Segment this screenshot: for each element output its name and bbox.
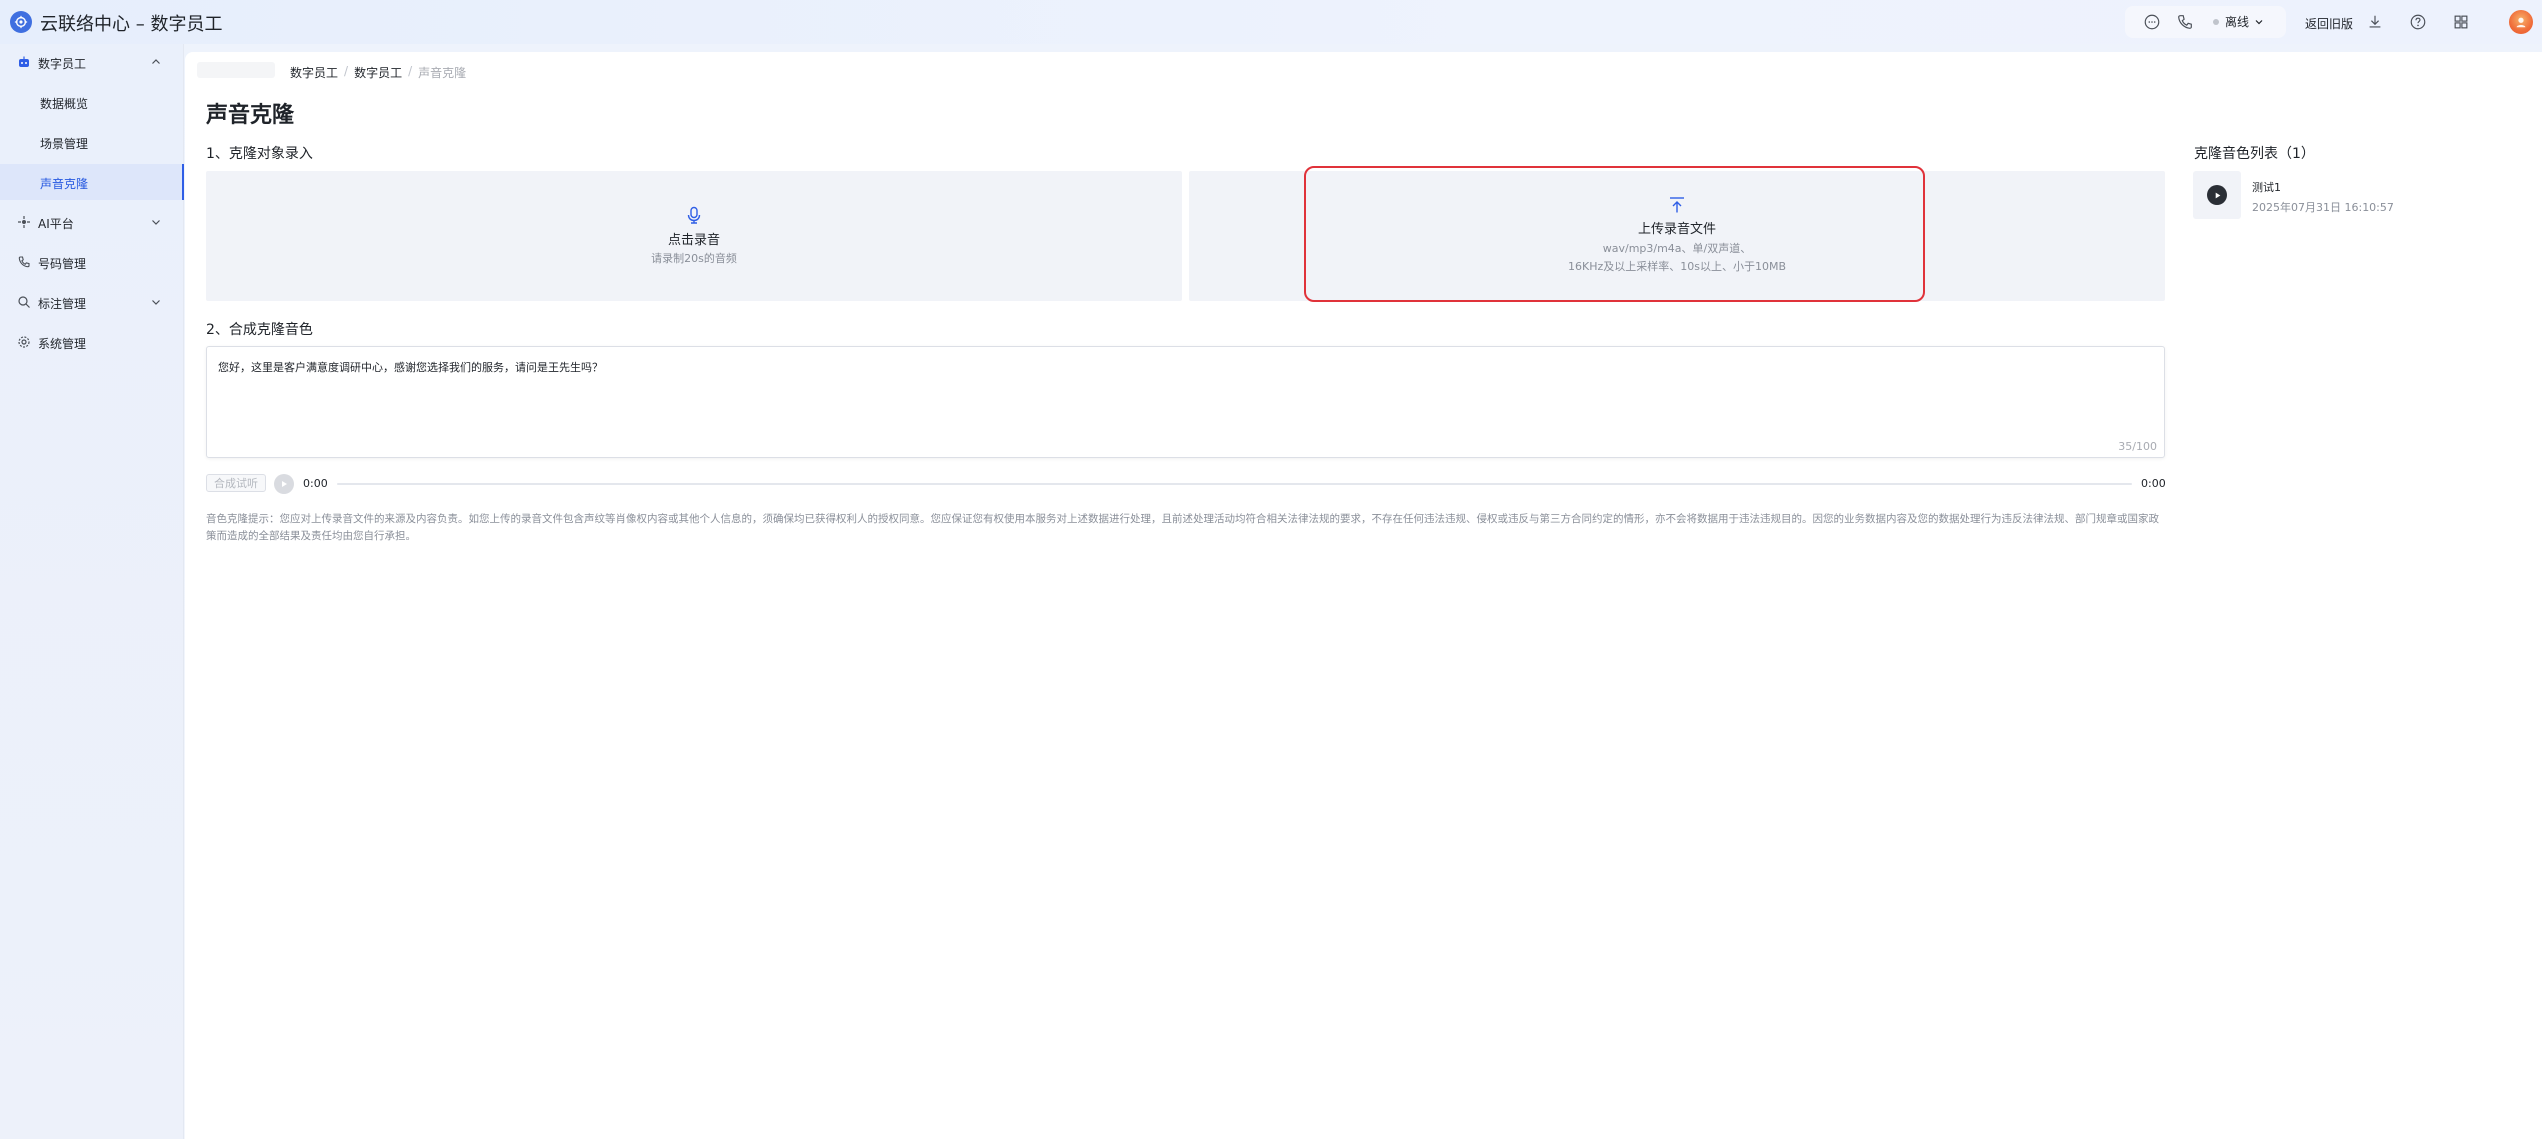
breadcrumb-separator: / xyxy=(408,64,413,78)
tag-icon xyxy=(17,295,31,309)
page-title: 声音克隆 xyxy=(206,103,295,128)
main-panel: 数字员工 / 数字员工 / 声音克隆 声音克隆 1、克隆对象录入 点击录音 请录… xyxy=(185,52,2542,1139)
section-title-input: 1、克隆对象录入 xyxy=(206,146,313,162)
record-audio-card[interactable]: 点击录音 请录制20s的音频 xyxy=(206,171,1182,301)
sidebar-item-label: 声音克隆 xyxy=(40,177,89,191)
status-dot xyxy=(2213,18,2219,25)
audio-progress-slider[interactable] xyxy=(337,483,2132,485)
ai-icon xyxy=(17,215,31,229)
sidebar-group-label: 系统管理 xyxy=(38,337,87,351)
breadcrumb-separator: / xyxy=(344,64,349,78)
upload-audio-card[interactable]: 上传录音文件 wav/mp3/m4a、单/双声道、 16KHz及以上采样率、10… xyxy=(1189,171,2165,301)
sidebar-item-label: 场景管理 xyxy=(40,137,89,151)
breadcrumb: 数字员工 / 数字员工 / 声音克隆 xyxy=(290,64,466,81)
audio-current-time: 0:00 xyxy=(303,477,328,490)
voice-item-play-button[interactable] xyxy=(2193,171,2241,219)
chevron-down-icon xyxy=(149,295,163,309)
record-card-title: 点击录音 xyxy=(667,233,721,248)
breadcrumb-item[interactable]: 数字员工 xyxy=(354,64,402,81)
play-icon xyxy=(282,481,287,487)
sidebar-item-scene-management[interactable]: 场景管理 xyxy=(0,124,184,160)
sidebar-group-digital-employee[interactable]: 数字员工 xyxy=(0,44,184,80)
sidebar-group-ai-platform[interactable]: AI平台 xyxy=(0,204,184,240)
gear-icon xyxy=(17,335,31,349)
audio-play-button[interactable] xyxy=(274,474,294,494)
sidebar-group-annotation-management[interactable]: 标注管理 xyxy=(0,284,184,320)
upload-card-title: 上传录音文件 xyxy=(1637,222,1717,237)
upload-icon xyxy=(1667,195,1687,215)
sidebar-group-number-management[interactable]: 号码管理 xyxy=(0,244,184,280)
audio-total-time: 0:00 xyxy=(2141,477,2166,490)
breadcrumb-current: 声音克隆 xyxy=(418,66,467,80)
sidebar-item-label: 数据概览 xyxy=(40,97,89,111)
message-icon[interactable] xyxy=(2142,12,2162,32)
app-logo-icon xyxy=(10,11,32,33)
app-title: 云联络中心 – 数字员工 xyxy=(40,14,223,35)
sidebar-item-voice-clone[interactable]: 声音克隆 xyxy=(0,164,184,200)
chevron-up-icon xyxy=(149,55,163,69)
record-card-hint: 请录制20s的音频 xyxy=(651,252,737,265)
synthesize-preview-button[interactable]: 合成试听 xyxy=(206,474,266,492)
apps-grid-icon[interactable] xyxy=(2451,12,2471,32)
download-icon[interactable] xyxy=(2365,12,2385,32)
sidebar-group-label: 数字员工 xyxy=(38,57,87,71)
phone-icon[interactable] xyxy=(2175,12,2195,32)
char-counter: 35/100 xyxy=(2118,440,2157,453)
sidebar-group-label: 标注管理 xyxy=(38,297,87,311)
upload-card-hint-line2: 16KHz及以上采样率、10s以上、小于10MB xyxy=(1567,260,1787,273)
voice-item-date: 2025年07月31日 16:10:57 xyxy=(2252,201,2394,214)
status-label: 离线 xyxy=(2225,15,2250,29)
section-title-synthesis: 2、合成克隆音色 xyxy=(206,322,313,338)
synthesis-text-input[interactable]: 您好，这里是客户满意度调研中心，感谢您选择我们的服务，请问是王先生吗？ 35/1… xyxy=(206,346,2165,458)
phone-icon xyxy=(17,255,31,269)
robot-icon xyxy=(17,55,31,69)
back-to-old-version-link[interactable]: 返回旧版 xyxy=(2305,15,2353,32)
sidebar-group-label: AI平台 xyxy=(38,217,74,231)
chevron-down-icon xyxy=(149,215,163,229)
voice-item-name: 测试1 xyxy=(2252,181,2281,194)
top-bar: 云联络中心 – 数字员工 离线 返回旧版 xyxy=(0,0,2542,44)
synthesis-text-value: 您好，这里是客户满意度调研中心，感谢您选择我们的服务，请问是王先生吗？ xyxy=(218,361,603,374)
sidebar-group-system-management[interactable]: 系统管理 xyxy=(0,324,184,360)
breadcrumb-placeholder xyxy=(197,62,275,78)
sidebar-item-data-overview[interactable]: 数据概览 xyxy=(0,84,184,120)
voice-list-title: 克隆音色列表（1） xyxy=(2194,146,2315,162)
play-icon xyxy=(2207,185,2227,205)
breadcrumb-item[interactable]: 数字员工 xyxy=(290,64,338,81)
help-icon[interactable] xyxy=(2408,12,2428,32)
sidebar: 数字员工 数据概览 场景管理 声音克隆 AI平台 号码管理 标注管理 系统管理 xyxy=(0,44,184,1139)
chevron-down-icon xyxy=(2255,19,2263,24)
sidebar-group-label: 号码管理 xyxy=(38,257,87,271)
user-avatar[interactable] xyxy=(2509,10,2533,34)
voice-clone-notice: 音色克隆提示：您应对上传录音文件的来源及内容负责。如您上传的录音文件包含声纹等肖… xyxy=(206,513,2159,542)
upload-card-hint-line1: wav/mp3/m4a、单/双声道、 xyxy=(1602,242,1752,255)
agent-status-dropdown[interactable]: 离线 xyxy=(2213,13,2265,30)
microphone-icon xyxy=(684,205,704,225)
avatar-icon xyxy=(2516,17,2526,28)
